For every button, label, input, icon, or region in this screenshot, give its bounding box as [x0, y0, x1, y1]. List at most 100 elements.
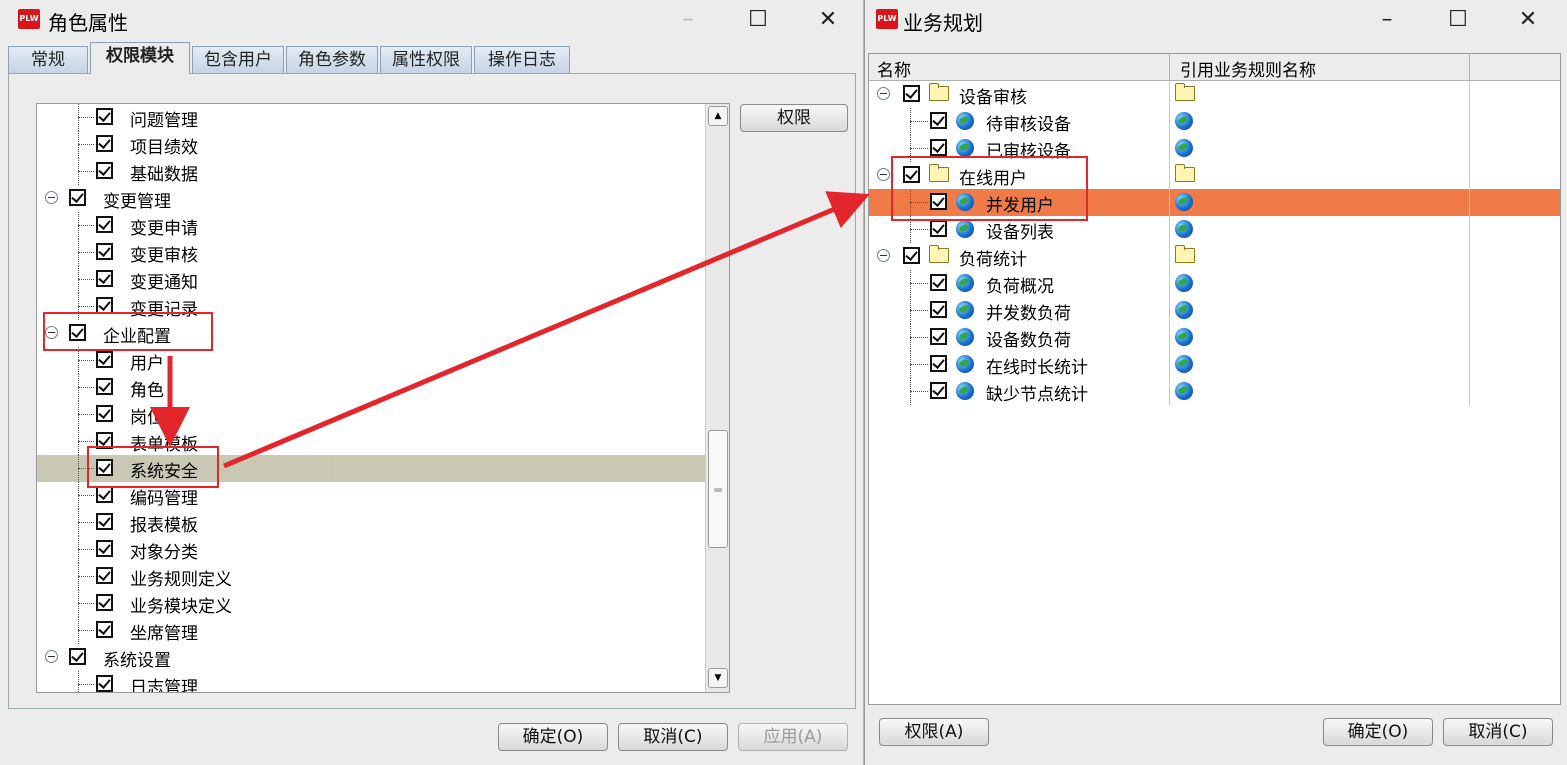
grid-row[interactable]: 已审核设备	[869, 135, 1560, 162]
maximize-icon[interactable]: ☐	[1436, 6, 1480, 34]
collapse-icon[interactable]	[45, 650, 58, 663]
checkbox[interactable]	[96, 675, 113, 692]
grid-row[interactable]: 设备审核	[869, 81, 1560, 108]
module-tree[interactable]: 问题管理 项目绩效 基础数据 变更管理 变更申请 变更审核 变更通知 变更记录 企业配置 用户 角色…	[36, 103, 730, 693]
tree-item[interactable]: 变更记录	[37, 293, 729, 320]
tree-item[interactable]: 项目绩效	[37, 131, 729, 158]
checkbox[interactable]	[930, 301, 947, 318]
checkbox[interactable]	[69, 189, 86, 206]
tab-general[interactable]: 常规	[8, 46, 88, 73]
scroll-down-icon[interactable]: ▼	[708, 668, 728, 688]
tree-item[interactable]: 用户	[37, 347, 729, 374]
tree-item[interactable]: 企业配置	[37, 320, 729, 347]
collapse-icon[interactable]	[877, 168, 890, 181]
checkbox[interactable]	[96, 540, 113, 557]
tree-item[interactable]: 岗位	[37, 401, 729, 428]
tab-role-parameters[interactable]: 角色参数	[286, 46, 378, 73]
grid-row[interactable]: 负荷统计	[869, 243, 1560, 270]
tree-item[interactable]: 表单模板	[37, 428, 729, 455]
grid-row[interactable]: 并发数负荷	[869, 297, 1560, 324]
tab-included-users[interactable]: 包含用户	[192, 46, 284, 73]
business-rule-grid[interactable]: 名称 引用业务规则名称 设备审核 待审核设备 已审核设备 在线用户 并发用户 设备列表 负荷…	[868, 53, 1561, 705]
tree-item[interactable]: 业务规则定义	[37, 563, 729, 590]
checkbox[interactable]	[930, 220, 947, 237]
tree-item[interactable]: 基础数据	[37, 158, 729, 185]
title-bar[interactable]: PLW 角色属性 – ☐ ✕	[0, 0, 863, 40]
tree-item[interactable]: 变更通知	[37, 266, 729, 293]
checkbox[interactable]	[96, 216, 113, 233]
tree-item[interactable]: 报表模板	[37, 509, 729, 536]
checkbox[interactable]	[930, 193, 947, 210]
checkbox[interactable]	[96, 351, 113, 368]
checkbox[interactable]	[96, 432, 113, 449]
tab-attribute-permissions[interactable]: 属性权限	[380, 46, 472, 73]
checkbox[interactable]	[96, 243, 113, 260]
grid-row[interactable]: 设备列表	[869, 216, 1560, 243]
checkbox[interactable]	[96, 459, 113, 476]
checkbox[interactable]	[930, 112, 947, 129]
grid-row[interactable]: 负荷概况	[869, 270, 1560, 297]
grid-row[interactable]: 设备数负荷	[869, 324, 1560, 351]
checkbox[interactable]	[96, 405, 113, 422]
checkbox[interactable]	[96, 513, 113, 530]
tree-item[interactable]: 系统设置	[37, 644, 729, 671]
checkbox[interactable]	[96, 594, 113, 611]
scroll-thumb[interactable]: ═	[708, 430, 728, 548]
tree-item[interactable]: 变更申请	[37, 212, 729, 239]
collapse-icon[interactable]	[45, 326, 58, 339]
checkbox[interactable]	[96, 567, 113, 584]
collapse-icon[interactable]	[877, 87, 890, 100]
ok-button[interactable]: 确定(O)	[498, 723, 608, 751]
checkbox[interactable]	[96, 486, 113, 503]
scroll-up-icon[interactable]: ▲	[708, 106, 728, 126]
tree-item[interactable]: 角色	[37, 374, 729, 401]
checkbox[interactable]	[96, 162, 113, 179]
column-header-name[interactable]: 名称	[869, 54, 1169, 81]
maximize-icon[interactable]: ☐	[736, 6, 780, 34]
checkbox[interactable]	[930, 355, 947, 372]
tree-item[interactable]: 变更管理	[37, 185, 729, 212]
checkbox[interactable]	[96, 108, 113, 125]
tree-item[interactable]: 日志管理	[37, 671, 729, 692]
checkbox[interactable]	[903, 247, 920, 264]
tab-permission-modules[interactable]: 权限模块	[90, 42, 190, 74]
close-icon[interactable]: ✕	[806, 6, 850, 34]
tree-item[interactable]: 变更审核	[37, 239, 729, 266]
vertical-scrollbar[interactable]: ▲ ═ ▼	[705, 104, 729, 692]
grid-row[interactable]: 在线用户	[869, 162, 1560, 189]
grid-row[interactable]: 并发用户	[869, 189, 1560, 216]
minimize-icon[interactable]: –	[1365, 6, 1409, 34]
tree-item[interactable]: 坐席管理	[37, 617, 729, 644]
checkbox[interactable]	[930, 139, 947, 156]
apply-button[interactable]: 应用(A)	[738, 723, 848, 751]
permission-button[interactable]: 权限	[740, 104, 848, 132]
grid-row[interactable]: 缺少节点统计	[869, 378, 1560, 405]
tree-item[interactable]: 编码管理	[37, 482, 729, 509]
checkbox[interactable]	[96, 297, 113, 314]
grid-row[interactable]: 待审核设备	[869, 108, 1560, 135]
close-icon[interactable]: ✕	[1506, 6, 1550, 34]
column-header-rule[interactable]: 引用业务规则名称	[1169, 54, 1470, 81]
checkbox[interactable]	[903, 166, 920, 183]
checkbox[interactable]	[96, 621, 113, 638]
collapse-icon[interactable]	[877, 249, 890, 262]
checkbox[interactable]	[930, 382, 947, 399]
checkbox[interactable]	[930, 328, 947, 345]
grid-row[interactable]: 在线时长统计	[869, 351, 1560, 378]
collapse-icon[interactable]	[45, 191, 58, 204]
ok-button[interactable]: 确定(O)	[1323, 718, 1433, 746]
checkbox[interactable]	[930, 274, 947, 291]
cancel-button[interactable]: 取消(C)	[1443, 718, 1553, 746]
tree-item[interactable]: 问题管理	[37, 104, 729, 131]
checkbox[interactable]	[96, 378, 113, 395]
cancel-button[interactable]: 取消(C)	[618, 723, 728, 751]
tree-item[interactable]: 系统安全	[37, 455, 729, 482]
checkbox[interactable]	[69, 648, 86, 665]
checkbox[interactable]	[69, 324, 86, 341]
title-bar[interactable]: PLW 业务规划 – ☐ ✕	[865, 0, 1567, 40]
tree-item[interactable]: 对象分类	[37, 536, 729, 563]
tree-item[interactable]: 业务模块定义	[37, 590, 729, 617]
checkbox[interactable]	[96, 270, 113, 287]
tab-operation-log[interactable]: 操作日志	[474, 46, 570, 73]
permission-button[interactable]: 权限(A)	[879, 718, 989, 746]
